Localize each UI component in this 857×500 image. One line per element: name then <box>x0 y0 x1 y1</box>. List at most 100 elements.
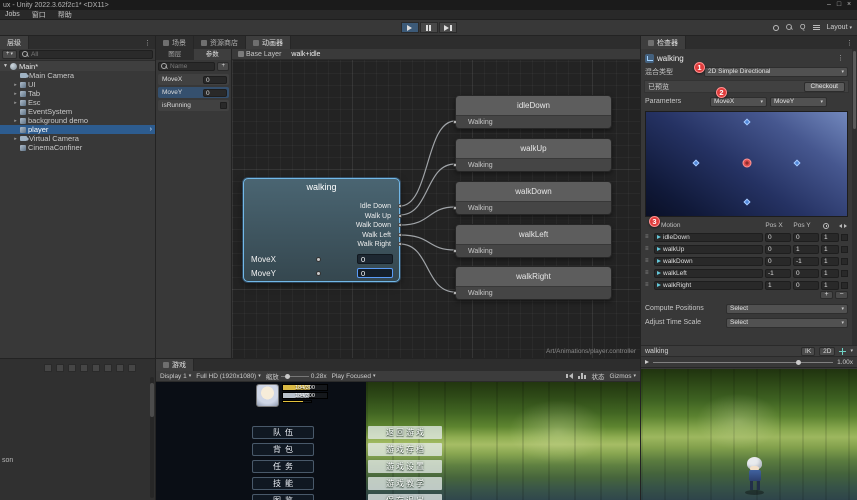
menu-button-save[interactable]: 游戏存档 <box>368 443 442 456</box>
param-x-dropdown[interactable]: MoveX ▾ <box>710 96 767 107</box>
blend-param-value[interactable]: 0 <box>357 254 393 264</box>
blend-point[interactable] <box>742 198 751 207</box>
mirror-checkbox[interactable] <box>841 233 848 241</box>
slider-knob[interactable] <box>284 373 290 379</box>
compute-positions-dropdown[interactable]: Select ▾ <box>726 303 848 314</box>
blend-point[interactable] <box>692 159 700 167</box>
motion-node[interactable]: walkRight Walking <box>453 266 612 300</box>
tab-inspector[interactable]: 检查器 <box>641 36 686 49</box>
menu-button-quit[interactable]: 保存退出 <box>368 494 442 500</box>
menu-button-settings[interactable]: 游戏设置 <box>368 460 442 473</box>
pos-x-field[interactable]: 0 <box>765 256 791 266</box>
ik-toggle[interactable]: IK <box>801 346 816 356</box>
chevron-down-icon[interactable]: ▾ <box>850 348 853 354</box>
toolbar-icon[interactable] <box>68 364 76 372</box>
pos-y-field[interactable]: 1 <box>793 244 819 254</box>
adjust-time-scale-dropdown[interactable]: Select ▾ <box>726 317 848 328</box>
scrollbar-thumb[interactable] <box>150 383 154 417</box>
parameter-value-field[interactable]: 0 <box>203 75 227 84</box>
open-prefab-icon[interactable]: › <box>150 126 155 133</box>
hierarchy-item[interactable]: ▸ Esc <box>0 98 155 107</box>
input-port-icon[interactable] <box>453 206 457 210</box>
output-port-icon[interactable] <box>398 242 402 246</box>
motion-object-field[interactable]: walkUp <box>654 244 763 254</box>
2d-toggle[interactable]: 2D <box>819 346 836 356</box>
foldout-icon[interactable]: ▸ <box>13 118 18 124</box>
play-button[interactable] <box>400 22 419 33</box>
blend-point[interactable] <box>742 118 751 126</box>
motion-object-field[interactable]: idleDown <box>654 232 763 242</box>
slider-knob[interactable] <box>316 256 322 262</box>
speed-field[interactable]: 1 <box>821 244 839 254</box>
menu-button-return[interactable]: 返回游戏 <box>368 426 442 439</box>
hierarchy-search[interactable] <box>19 50 153 59</box>
hierarchy-item[interactable]: ▸ Tab <box>0 89 155 98</box>
toolbar-icon[interactable] <box>80 364 88 372</box>
output-port-icon[interactable] <box>398 214 402 218</box>
preview-viewport[interactable] <box>641 369 857 500</box>
motion-node[interactable]: idleDown Walking <box>453 95 612 129</box>
minimize-button[interactable]: – <box>824 0 834 10</box>
toolbar-icon[interactable] <box>44 364 52 372</box>
param-y-dropdown[interactable]: MoveY ▾ <box>770 96 827 107</box>
scene-row[interactable]: ▼ Main* <box>0 61 155 71</box>
pos-y-field[interactable]: -1 <box>793 256 819 266</box>
foldout-icon[interactable]: ▸ <box>13 136 18 142</box>
speed-field[interactable]: 1 <box>821 268 839 278</box>
toolbar-icon[interactable] <box>116 364 124 372</box>
menu-button-team[interactable]: 队伍 <box>252 426 314 439</box>
remove-motion-button[interactable]: − <box>835 291 848 299</box>
foldout-icon[interactable]: ▸ <box>13 91 18 97</box>
add-motion-button[interactable]: + <box>820 291 833 299</box>
asset-name[interactable]: walking <box>657 54 830 63</box>
drag-handle-icon[interactable]: ≡ <box>645 234 652 240</box>
speed-field[interactable]: 1 <box>821 280 839 290</box>
mirror-checkbox[interactable] <box>841 245 848 253</box>
tab-scene[interactable]: 场景 <box>156 36 194 49</box>
mute-audio-icon[interactable] <box>566 373 574 379</box>
slider-knob[interactable] <box>316 270 322 276</box>
step-button[interactable] <box>438 22 457 33</box>
motion-node[interactable]: walkDown Walking <box>453 181 612 215</box>
pos-x-field[interactable]: -1 <box>765 268 791 278</box>
stats-icon[interactable] <box>578 373 587 379</box>
parameter-row[interactable]: isRunning <box>158 100 229 111</box>
menu-help[interactable]: 帮助 <box>58 10 72 20</box>
menu-button-codex[interactable]: 图鉴 <box>252 494 314 500</box>
preview-play-icon[interactable] <box>645 360 649 364</box>
menu-window[interactable]: 窗口 <box>32 10 46 20</box>
parameter-value-field[interactable]: 0 <box>203 88 227 97</box>
pivot-axis-icon[interactable] <box>839 347 847 355</box>
motion-node[interactable]: walkLeft Walking <box>453 224 612 258</box>
layers-icon[interactable] <box>812 25 820 30</box>
checkout-button[interactable]: Checkout <box>803 81 845 92</box>
parameter-row[interactable]: MoveX 0 <box>158 74 229 85</box>
scrollbar-thumb[interactable] <box>853 51 856 129</box>
hierarchy-item-player[interactable]: player › <box>0 125 155 134</box>
panel-menu-icon[interactable]: ⋮ <box>842 36 857 49</box>
toolbar-icon[interactable] <box>56 364 64 372</box>
tab-layers[interactable]: 图层 <box>156 49 194 60</box>
parameter-search[interactable] <box>158 62 216 71</box>
input-port-icon[interactable] <box>453 291 457 295</box>
tab-game[interactable]: 游戏 <box>156 359 194 371</box>
input-port-icon[interactable] <box>453 163 457 167</box>
pos-y-field[interactable]: 0 <box>793 280 819 290</box>
scale-slider[interactable] <box>280 373 309 379</box>
hierarchy-item[interactable]: CinemaConfiner <box>0 143 155 152</box>
blend-param-slider[interactable] <box>289 267 357 279</box>
hierarchy-item[interactable]: Main Camera <box>0 71 155 80</box>
menu-button-quest[interactable]: 任务 <box>252 460 314 473</box>
timeline-track[interactable] <box>653 359 834 365</box>
add-parameter-button[interactable]: + <box>217 62 229 71</box>
blend-space-graph[interactable] <box>645 111 848 217</box>
mirror-checkbox[interactable] <box>841 269 848 277</box>
pos-x-field[interactable]: 1 <box>765 280 791 290</box>
hierarchy-item[interactable]: EventSystem <box>0 107 155 116</box>
resolution-dropdown[interactable]: Full HD (1920x1080) ▾ <box>196 373 261 380</box>
motion-object-field[interactable]: walkLeft <box>654 268 763 278</box>
motion-node[interactable]: walkUp Walking <box>453 138 612 172</box>
pos-y-field[interactable]: 0 <box>793 268 819 278</box>
speed-field[interactable]: 1 <box>821 232 839 242</box>
mirror-checkbox[interactable] <box>841 257 848 265</box>
